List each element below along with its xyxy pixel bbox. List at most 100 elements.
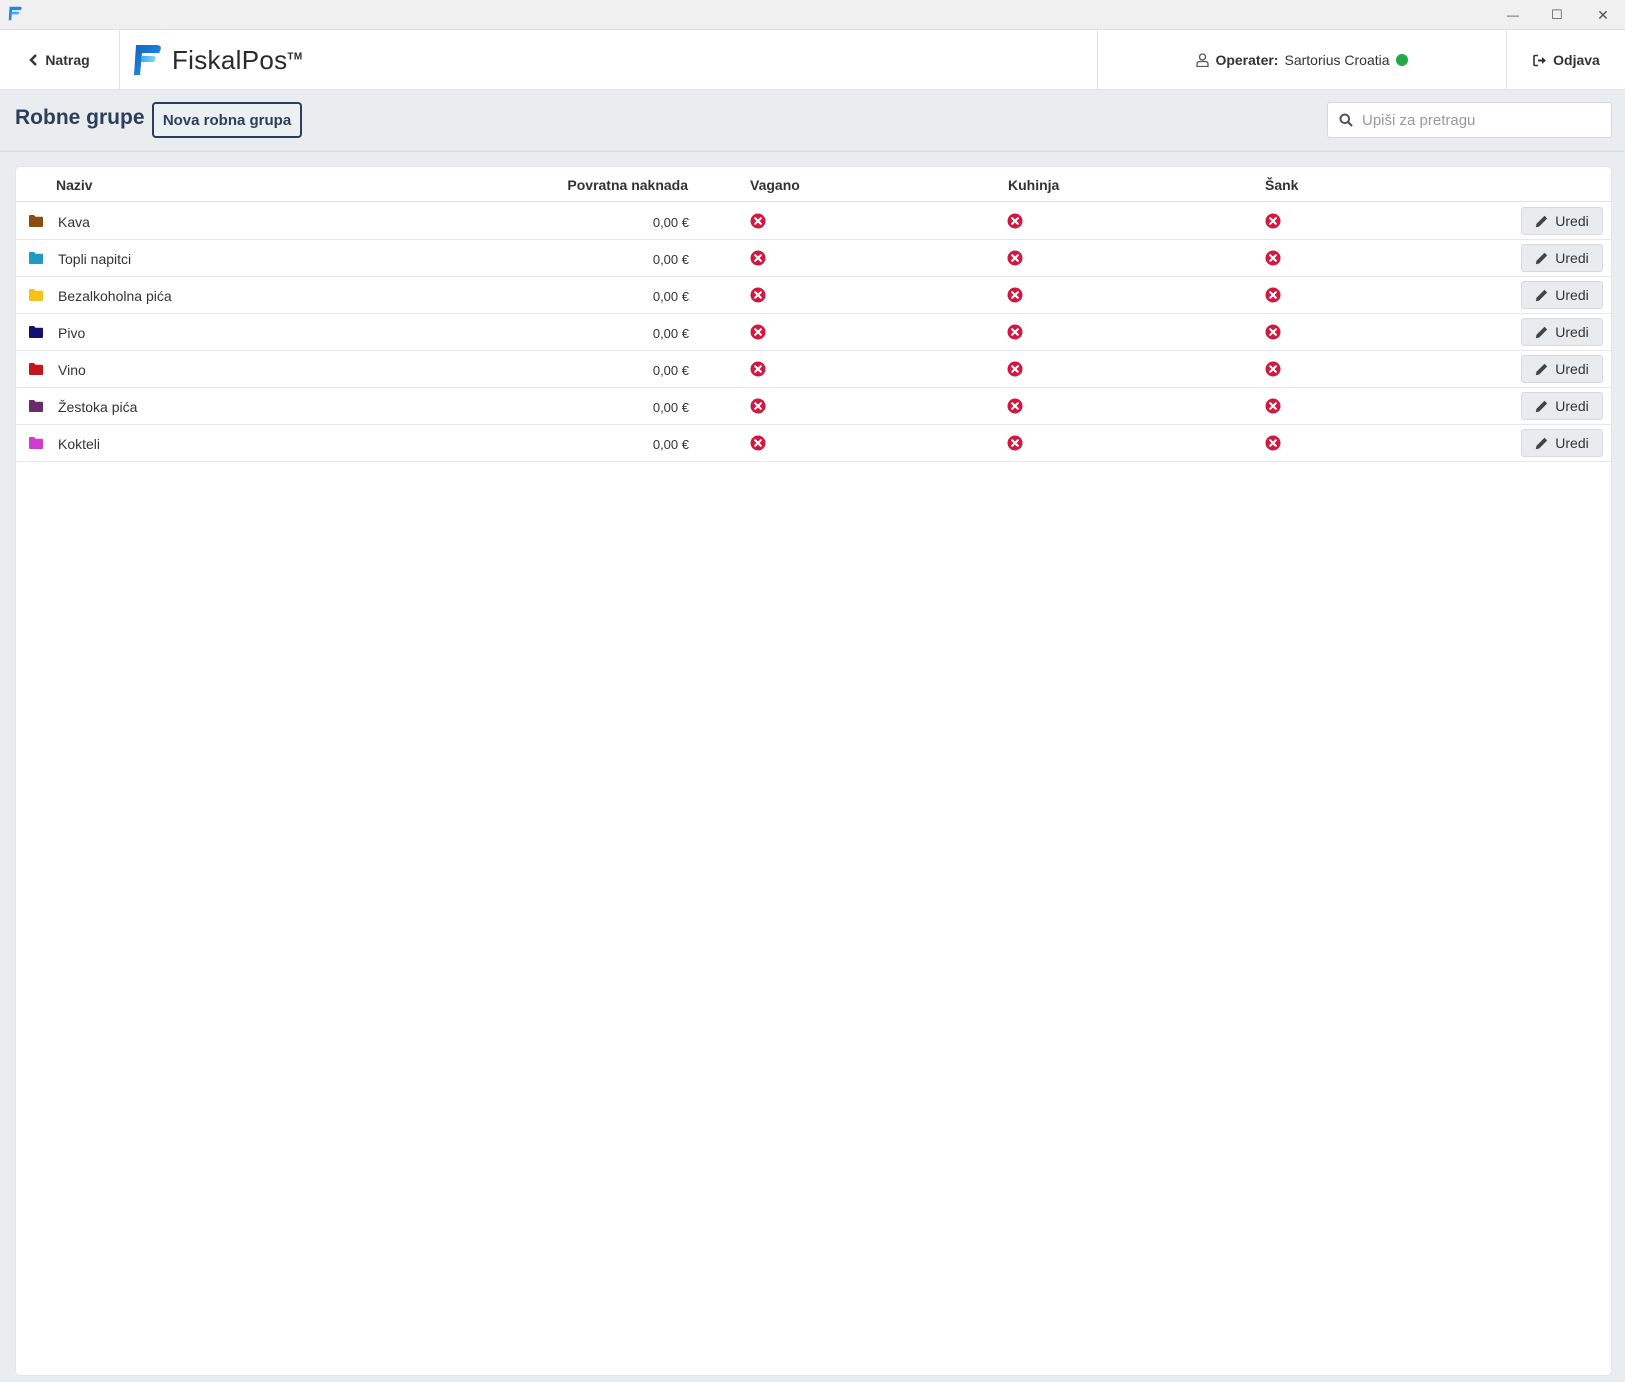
folder-icon <box>29 437 43 449</box>
search-icon <box>1339 113 1353 127</box>
window-close-button[interactable]: ✕ <box>1580 0 1625 30</box>
sank-false-icon <box>1265 287 1281 303</box>
vag-false-icon <box>750 250 766 266</box>
pencil-icon <box>1536 437 1548 449</box>
edit-label: Uredi <box>1555 435 1589 451</box>
pencil-icon <box>1536 215 1548 227</box>
edit-button[interactable]: Uredi <box>1521 429 1603 457</box>
table-row[interactable]: Žestoka pića 0,00 € Uredi <box>16 388 1611 425</box>
kuh-false-icon <box>1007 435 1023 451</box>
row-name: Topli napitci <box>58 251 132 267</box>
folder-icon <box>29 289 43 301</box>
folder-icon <box>29 252 43 264</box>
product-groups-table: Naziv Povratna naknada Vagano Kuhinja Ša… <box>15 166 1612 1376</box>
fiskalpos-logo: FiskalPosTM <box>132 40 302 80</box>
column-header-vagano[interactable]: Vagano <box>750 177 800 193</box>
back-label: Natrag <box>45 52 90 68</box>
edit-label: Uredi <box>1555 324 1589 340</box>
kuh-false-icon <box>1007 398 1023 414</box>
logo-trademark: TM <box>287 50 303 62</box>
fiskalpos-logo-icon <box>134 45 161 75</box>
row-name: Bezalkoholna pića <box>58 288 172 304</box>
vag-false-icon <box>750 398 766 414</box>
kuh-false-icon <box>1007 361 1023 377</box>
edit-button[interactable]: Uredi <box>1521 355 1603 383</box>
edit-button[interactable]: Uredi <box>1521 318 1603 346</box>
vag-false-icon <box>750 324 766 340</box>
edit-label: Uredi <box>1555 287 1589 303</box>
sank-false-icon <box>1265 213 1281 229</box>
table-row[interactable]: Pivo 0,00 € Uredi <box>16 314 1611 351</box>
row-povratna-naknada: 0,00 € <box>652 437 689 452</box>
table-row[interactable]: Kokteli 0,00 € Uredi <box>16 425 1611 462</box>
row-povratna-naknada: 0,00 € <box>652 289 689 304</box>
pencil-icon <box>1536 326 1548 338</box>
edit-button[interactable]: Uredi <box>1521 392 1603 420</box>
kuh-false-icon <box>1007 324 1023 340</box>
minimize-icon: — <box>1507 8 1519 22</box>
pencil-icon <box>1536 400 1548 412</box>
app-header: Natrag FiskalPosTM Operater: Sartorius C… <box>0 30 1625 90</box>
column-header-povratna-naknada[interactable]: Povratna naknada <box>567 177 688 193</box>
vag-false-icon <box>750 361 766 377</box>
table-row[interactable]: Bezalkoholna pića 0,00 € Uredi <box>16 277 1611 314</box>
vag-false-icon <box>750 213 766 229</box>
sank-false-icon <box>1265 324 1281 340</box>
page-title: Robne grupe <box>15 106 145 129</box>
column-header-kuhinja[interactable]: Kuhinja <box>1008 177 1059 193</box>
column-header-sank[interactable]: Šank <box>1265 177 1298 193</box>
sank-false-icon <box>1265 398 1281 414</box>
sank-false-icon <box>1265 250 1281 266</box>
table-row[interactable]: Topli napitci 0,00 € Uredi <box>16 240 1611 277</box>
row-name: Pivo <box>58 325 86 341</box>
logout-label: Odjava <box>1553 52 1600 68</box>
search-box[interactable] <box>1327 102 1612 138</box>
row-name: Kokteli <box>58 436 101 452</box>
maximize-icon: ☐ <box>1551 7 1563 22</box>
edit-button[interactable]: Uredi <box>1521 244 1603 272</box>
window-minimize-button[interactable]: — <box>1490 0 1536 30</box>
kuh-false-icon <box>1007 213 1023 229</box>
page-toolbar: Robne grupe Nova robna grupa <box>0 90 1625 152</box>
row-povratna-naknada: 0,00 € <box>652 363 689 378</box>
row-name: Vino <box>58 362 86 378</box>
folder-icon <box>29 363 43 375</box>
window-maximize-button[interactable]: ☐ <box>1534 0 1580 30</box>
row-povratna-naknada: 0,00 € <box>652 215 689 230</box>
pencil-icon <box>1536 289 1548 301</box>
table-row[interactable]: Vino 0,00 € Uredi <box>16 351 1611 388</box>
table-row[interactable]: Kava 0,00 € Uredi <box>16 203 1611 240</box>
edit-label: Uredi <box>1555 250 1589 266</box>
vag-false-icon <box>750 435 766 451</box>
online-status-dot <box>1395 54 1408 66</box>
kuh-false-icon <box>1007 287 1023 303</box>
edit-button[interactable]: Uredi <box>1521 207 1603 235</box>
operator-label: Operater: <box>1215 52 1279 68</box>
row-name: Kava <box>58 214 90 230</box>
new-product-group-button[interactable]: Nova robna grupa <box>152 102 302 138</box>
vag-false-icon <box>750 287 766 303</box>
sank-false-icon <box>1265 361 1281 377</box>
row-povratna-naknada: 0,00 € <box>652 400 689 415</box>
folder-icon <box>29 215 43 227</box>
edit-label: Uredi <box>1555 213 1589 229</box>
user-icon <box>1196 53 1210 67</box>
back-button[interactable]: Natrag <box>0 30 120 90</box>
sign-out-icon <box>1533 54 1547 66</box>
table-header: Naziv Povratna naknada Vagano Kuhinja Ša… <box>16 167 1611 202</box>
operator-name: Sartorius Croatia <box>1284 52 1390 68</box>
column-header-naziv[interactable]: Naziv <box>56 177 93 193</box>
app-logo-icon <box>8 6 22 21</box>
row-povratna-naknada: 0,00 € <box>652 252 689 267</box>
folder-icon <box>29 400 43 412</box>
pencil-icon <box>1536 252 1548 264</box>
close-icon: ✕ <box>1597 6 1609 23</box>
operator-info: Operater: Sartorius Croatia <box>1097 30 1507 90</box>
edit-button[interactable]: Uredi <box>1521 281 1603 309</box>
search-input[interactable] <box>1362 111 1602 129</box>
logout-button[interactable]: Odjava <box>1508 30 1625 90</box>
sank-false-icon <box>1265 435 1281 451</box>
window-titlebar: — ☐ ✕ <box>0 0 1625 30</box>
row-name: Žestoka pića <box>58 399 138 415</box>
logo-text: FiskalPosTM <box>172 44 303 75</box>
